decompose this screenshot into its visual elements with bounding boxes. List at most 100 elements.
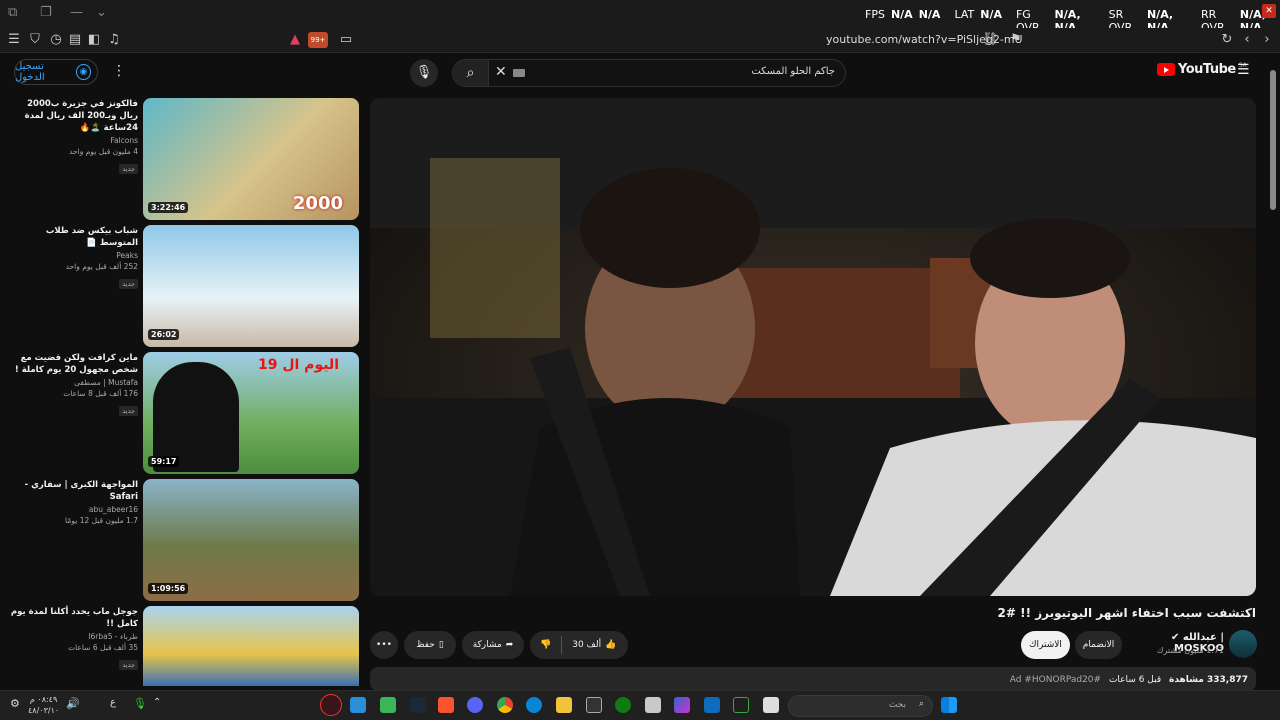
history-icon[interactable]: ◷ [48, 32, 64, 48]
description-box[interactable]: 333,877 مشاهدة قبل 6 ساعات #Ad #HONORPad… [370, 667, 1256, 691]
language-indicator[interactable]: ع [110, 697, 126, 713]
tray-chevron-icon[interactable]: ⌃ [153, 697, 169, 713]
search-button[interactable]: ⌕ [453, 60, 489, 86]
save-button[interactable]: حفظ ▯ [404, 631, 456, 659]
video-thumbnail[interactable] [143, 606, 359, 686]
channel-name[interactable]: Peaks [8, 251, 138, 260]
app-icon-1[interactable] [350, 697, 366, 713]
video-player[interactable] [370, 98, 1256, 596]
video-title[interactable]: ماين كرافت ولكن قضيت مع شخص مجهول 20 يوم… [8, 352, 138, 376]
screen-icon[interactable]: ▭ [338, 32, 354, 48]
video-title-main: اكتشفت سبب اختفاء اشهر اليوتيوبرز !! #2 [997, 606, 1256, 620]
hashtags[interactable]: #Ad #HONORPad20 [1010, 675, 1101, 685]
more-actions-button[interactable]: ••• [370, 631, 398, 659]
settings-icon[interactable]: ⚙ [10, 697, 26, 713]
guide-menu-icon[interactable]: ☰ [1237, 62, 1250, 78]
search-bar[interactable]: ⌕ ✕ جاكم الحلو المسكت [452, 59, 846, 87]
video-thumbnail[interactable]: اليوم ال 19 59:17 [143, 352, 359, 474]
start-icon[interactable] [941, 697, 957, 713]
list-item[interactable]: 1:09:56 المواجهة الكبرى | سفاري - Safari… [0, 479, 362, 601]
channel-avatar[interactable] [1229, 630, 1257, 658]
channel-name[interactable]: abu_abeer16 [8, 505, 138, 514]
app-icon-2[interactable] [380, 697, 396, 713]
tabs-icon[interactable]: ▤ [67, 32, 83, 48]
hamburger-icon[interactable]: ☰ [6, 32, 22, 48]
youtube-logo[interactable]: YouTube SA [1157, 62, 1247, 77]
edge-icon[interactable] [526, 697, 542, 713]
bookmark-icon[interactable]: ⚑ [1008, 32, 1024, 48]
discord-icon[interactable] [467, 697, 483, 713]
list-item[interactable]: 2000 3:22:46 فالكونز في جزيرة ب2000 ريال… [0, 98, 362, 220]
new-badge: جديد [119, 660, 138, 670]
scrollbar-thumb[interactable] [1270, 70, 1276, 210]
channel-name[interactable]: Falcons [8, 136, 138, 145]
forward-icon[interactable]: › [1259, 32, 1275, 48]
windows-taskbar: ⚙ ٠٨:٤٩ م ٤٨/٠٣/١٠ 🔊 ع 🎙 ⌃ بحث ⌕ [0, 690, 1280, 720]
dislike-icon[interactable]: 👎 [540, 640, 551, 650]
duration-badge: 26:02 [148, 329, 180, 340]
thumbnail-text: 2000 [292, 193, 343, 214]
taskbar-search[interactable]: بحث ⌕ [788, 695, 933, 717]
store-icon[interactable] [645, 697, 661, 713]
thumbnail-text: اليوم ال 19 [258, 357, 339, 373]
video-title[interactable]: المواجهة الكبرى | سفاري - Safari [8, 479, 138, 503]
minimize-icon[interactable]: — [70, 5, 83, 20]
search-input[interactable]: جاكم الحلو المسكت [751, 66, 835, 77]
list-item[interactable]: 26:02 شباب بيكس ضد طلاب المتوسط 📄 Peaks … [0, 225, 362, 347]
channel-name[interactable]: طرباء - l6rba5 [8, 632, 138, 641]
channel-name[interactable]: Mustafa | مصطفى [8, 378, 138, 387]
list-item[interactable]: جوجل ماب يحدد أكلنا لمدة يوم كامل !! طرب… [0, 606, 362, 686]
terminal-icon[interactable] [733, 697, 749, 713]
shield-icon[interactable]: ⛉ [27, 32, 43, 48]
video-thumbnail[interactable]: 2000 3:22:46 [143, 98, 359, 220]
restore-icon[interactable]: ❐ [40, 5, 52, 20]
triangle-icon[interactable]: ▲ [287, 32, 303, 48]
app-icon-3[interactable] [586, 697, 602, 713]
xbox-icon[interactable] [615, 697, 631, 713]
youtube-header: تسجيل الدخول ◉ ⋮ 🎙 ⌕ ✕ جاكم الحلو المسكت… [0, 53, 1280, 95]
like-icon[interactable]: 👍 [605, 640, 616, 650]
copilot-icon[interactable] [674, 697, 690, 713]
like-count[interactable]: 30 ألف [572, 640, 601, 650]
new-badge: جديد [119, 279, 138, 289]
link-icon[interactable]: ⛓ [982, 32, 999, 48]
system-clock[interactable]: ٠٨:٤٩ م ٤٨/٠٣/١٠ [28, 694, 59, 716]
chrome-icon[interactable] [497, 697, 513, 713]
back-icon[interactable]: ‹ [1239, 32, 1255, 48]
list-item[interactable]: اليوم ال 19 59:17 ماين كرافت ولكن قضيت م… [0, 352, 362, 474]
mail-icon[interactable] [704, 697, 720, 713]
volume-icon[interactable]: 🔊 [66, 697, 82, 713]
video-thumbnail[interactable]: 26:02 [143, 225, 359, 347]
music-icon[interactable]: ♫ [106, 32, 122, 48]
record-icon[interactable] [320, 694, 342, 716]
chevron-down-icon[interactable]: ⌄ [96, 5, 107, 20]
mic-icon[interactable]: 🎙 [133, 697, 149, 713]
subscribe-button[interactable]: الاشتراك [1021, 631, 1070, 659]
search-placeholder: بحث [888, 700, 906, 710]
signin-button[interactable]: تسجيل الدخول ◉ [14, 59, 98, 85]
close-icon[interactable]: ✕ [1262, 4, 1276, 18]
join-button[interactable]: الانضمام [1075, 631, 1122, 659]
page-scrollbar[interactable] [1269, 60, 1277, 690]
app-icon: ⧉ [8, 5, 18, 20]
sidebar-icon[interactable]: ◧ [86, 32, 102, 48]
keyboard-icon[interactable] [513, 69, 525, 77]
video-title[interactable]: فالكونز في جزيرة ب2000 ريال وبـ200 الف ر… [8, 98, 138, 134]
mic-icon: 🎙 [415, 65, 433, 80]
new-badge: جديد [119, 406, 138, 416]
folder-icon[interactable] [556, 697, 572, 713]
duration-badge: 1:09:56 [148, 583, 189, 594]
more-options-icon[interactable]: ⋮ [112, 63, 126, 79]
brave-icon[interactable] [438, 697, 454, 713]
adblock-badge[interactable]: 99+ [308, 32, 328, 48]
video-title[interactable]: جوجل ماب يحدد أكلنا لمدة يوم كامل !! [8, 606, 138, 630]
reload-icon[interactable]: ↻ [1219, 32, 1235, 48]
video-title[interactable]: شباب بيكس ضد طلاب المتوسط 📄 [8, 225, 138, 249]
task-view-icon[interactable] [763, 697, 779, 713]
video-thumbnail[interactable]: 1:09:56 [143, 479, 359, 601]
clear-icon[interactable]: ✕ [495, 64, 507, 80]
steam-icon[interactable] [410, 697, 426, 713]
verified-icon: ✔ [1170, 632, 1183, 643]
voice-search-button[interactable]: 🎙 [410, 59, 438, 87]
share-button[interactable]: مشاركة ➦ [462, 631, 524, 659]
